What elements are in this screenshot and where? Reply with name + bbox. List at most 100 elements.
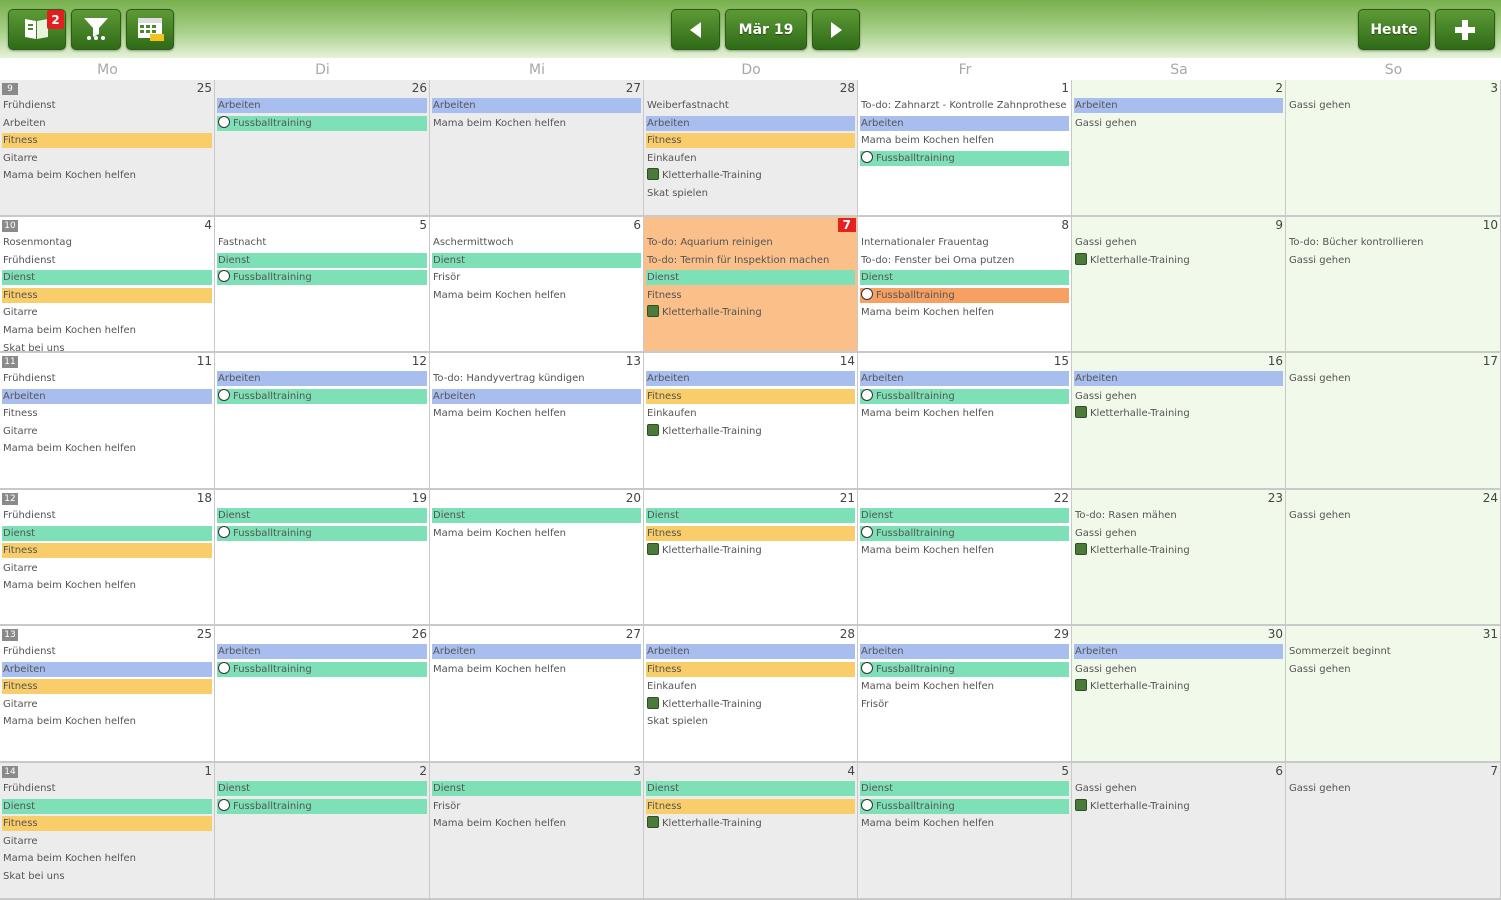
calendar-event[interactable]: Gitarre	[2, 834, 212, 849]
calendar-event[interactable]: Gassi gehen	[1074, 662, 1283, 677]
day-cell[interactable]: 28 Weiberfastnacht Arbeiten Fitness Einkaufe…	[644, 80, 858, 217]
calendar-event[interactable]: Fitness	[2, 543, 212, 559]
calendar-event[interactable]: Mama beim Kochen helfen	[432, 116, 641, 131]
day-cell[interactable]: 19 Dienst Fussballtraining	[215, 490, 430, 626]
calendar-event[interactable]: Dienst	[2, 798, 212, 814]
calendar-event[interactable]: Gassi gehen	[1288, 781, 1498, 796]
calendar-event[interactable]: Dienst	[432, 252, 641, 268]
calendar-event[interactable]: Fastnacht	[217, 235, 427, 250]
day-cell[interactable]: 27 Arbeiten Mama beim Kochen helfen	[430, 626, 644, 763]
calendar-event[interactable]: Arbeiten	[646, 115, 855, 131]
calendar-event[interactable]: Mama beim Kochen helfen	[2, 323, 212, 338]
calendar-event[interactable]: Frühdienst	[2, 508, 212, 523]
calendar-event[interactable]: Skat spielen	[646, 714, 855, 729]
calendar-event[interactable]: Kletterhalle-Training	[1074, 406, 1283, 421]
calendar-event[interactable]: Fussballtraining	[860, 287, 1069, 303]
calendar-event[interactable]: Gassi gehen	[1288, 98, 1498, 113]
day-cell[interactable]: 13 25 Frühdienst Arbeiten Fitness Gitarre Mama…	[0, 626, 215, 763]
calendar-event[interactable]: Arbeiten	[1074, 98, 1283, 113]
calendar-event[interactable]: Gassi gehen	[1074, 116, 1283, 131]
calendar-event[interactable]: Arbeiten	[2, 116, 212, 131]
day-cell[interactable]: 1 To-do: Zahnarzt - Kontrolle Zahnprothes…	[858, 80, 1072, 217]
calendar-event[interactable]: Fitness	[2, 406, 212, 421]
calendar-event[interactable]: Fitness	[646, 288, 855, 303]
calendar-view-button[interactable]	[126, 9, 174, 50]
calendar-event[interactable]: Mama beim Kochen helfen	[2, 578, 212, 593]
calendar-event[interactable]: Dienst	[217, 781, 427, 796]
calendar-event[interactable]: Frühdienst	[2, 781, 212, 796]
calendar-event[interactable]: Mama beim Kochen helfen	[860, 305, 1069, 320]
calendar-event[interactable]: Arbeiten	[217, 371, 427, 386]
filter-button[interactable]	[71, 9, 121, 50]
calendar-event[interactable]: Arbeiten	[646, 644, 855, 659]
calendar-event[interactable]: Mama beim Kochen helfen	[432, 816, 641, 831]
calendar-event[interactable]: Dienst	[217, 252, 427, 268]
calendar-event[interactable]: Fussballtraining	[860, 525, 1069, 541]
calendar-event[interactable]: To-do: Aquarium reinigen	[646, 235, 855, 250]
calendar-event[interactable]: Kletterhalle-Training	[646, 543, 855, 558]
day-cell[interactable]: 31 Sommerzeit beginnt Gassi gehen	[1286, 626, 1501, 763]
day-cell[interactable]: 6 Aschermittwoch Dienst Frisör Mama beim Koc…	[430, 217, 644, 353]
calendar-event[interactable]: Gassi gehen	[1288, 253, 1498, 268]
calendar-event[interactable]: Gitarre	[2, 151, 212, 166]
calendar-event[interactable]: Arbeiten	[860, 644, 1069, 659]
calendar-event[interactable]: Mama beim Kochen helfen	[432, 526, 641, 541]
calendar-event[interactable]: Dienst	[432, 781, 641, 796]
calendar-event[interactable]: Arbeiten	[217, 644, 427, 659]
previous-month-button[interactable]	[671, 9, 720, 50]
calendar-event[interactable]: Fussballtraining	[860, 150, 1069, 166]
calendar-event[interactable]: Kletterhalle-Training	[646, 305, 855, 320]
calendar-event[interactable]: Dienst	[2, 270, 212, 286]
calendar-event[interactable]: Arbeiten	[2, 661, 212, 677]
calendar-event[interactable]: Skat bei uns	[2, 341, 212, 351]
day-cell[interactable]: 20 Dienst Mama beim Kochen helfen	[430, 490, 644, 626]
calendar-event[interactable]: Einkaufen	[646, 406, 855, 421]
calendar-event[interactable]: Mama beim Kochen helfen	[2, 441, 212, 456]
day-cell[interactable]: 9 Gassi gehen Kletterhalle-Training	[1072, 217, 1286, 353]
calendar-event[interactable]: To-do: Fenster bei Oma putzen	[860, 253, 1069, 268]
day-cell[interactable]: 12 18 Frühdienst Dienst Fitness Gitarre Mama b…	[0, 490, 215, 626]
calendar-event[interactable]: Mama beim Kochen helfen	[432, 406, 641, 421]
calendar-event[interactable]: Fussballtraining	[860, 661, 1069, 677]
calendar-event[interactable]: Frühdienst	[2, 644, 212, 659]
calendar-event[interactable]: To-do: Rasen mähen	[1074, 508, 1283, 523]
calendar-event[interactable]: Gassi gehen	[1074, 526, 1283, 541]
day-cell[interactable]: 14 Arbeiten Fitness Einkaufen Kletterhalle-T…	[644, 353, 858, 490]
day-cell[interactable]: 11 11 Frühdienst Arbeiten Fitness Gitarre Mama…	[0, 353, 215, 490]
calendar-event[interactable]: Arbeiten	[432, 644, 641, 659]
calendar-event[interactable]: Einkaufen	[646, 151, 855, 166]
day-cell[interactable]: 5 Dienst Fussballtraining Mama beim Kochen …	[858, 763, 1072, 900]
calendar-event[interactable]: Internationaler Frauentag	[860, 235, 1069, 250]
calendar-event[interactable]: Fitness	[2, 133, 212, 149]
calendar-event[interactable]: Arbeiten	[860, 115, 1069, 131]
calendar-event[interactable]: Dienst	[646, 508, 855, 523]
day-cell[interactable]: 13 To-do: Handyvertrag kündigen Arbeiten Ma…	[430, 353, 644, 490]
calendar-event[interactable]: Dienst	[860, 781, 1069, 796]
day-cell[interactable]: 10 4 Rosenmontag Frühdienst Dienst Fitness Git…	[0, 217, 215, 353]
calendar-event[interactable]: Fitness	[646, 388, 855, 404]
day-cell[interactable]: 2 Dienst Fussballtraining	[215, 763, 430, 900]
calendar-event[interactable]: Frisör	[432, 270, 641, 285]
calendar-event[interactable]: Mama beim Kochen helfen	[432, 662, 641, 677]
calendar-event[interactable]: Frisör	[860, 697, 1069, 712]
calendar-event[interactable]: Fussballtraining	[217, 115, 427, 131]
calendar-event[interactable]: Mama beim Kochen helfen	[860, 679, 1069, 694]
calendar-event[interactable]: To-do: Handyvertrag kündigen	[432, 371, 641, 386]
calendar-event[interactable]: Gitarre	[2, 305, 212, 320]
calendar-event[interactable]: Fussballtraining	[217, 388, 427, 404]
calendar-event[interactable]: Mama beim Kochen helfen	[432, 288, 641, 303]
calendar-event[interactable]: Gassi gehen	[1288, 662, 1498, 677]
calendar-event[interactable]: Arbeiten	[860, 371, 1069, 386]
calendar-event[interactable]: Mama beim Kochen helfen	[860, 543, 1069, 558]
calendar-event[interactable]: Kletterhalle-Training	[646, 423, 855, 439]
day-cell[interactable]: 23 To-do: Rasen mähen Gassi gehen Kletterha…	[1072, 490, 1286, 626]
calendar-event[interactable]: Gassi gehen	[1288, 508, 1498, 523]
calendar-event[interactable]: Dienst	[860, 508, 1069, 523]
calendar-event[interactable]: To-do: Bücher kontrollieren	[1288, 235, 1498, 250]
calendar-event[interactable]: Fussballtraining	[217, 798, 427, 814]
day-cell[interactable]: 7 Gassi gehen	[1286, 763, 1501, 900]
day-cell[interactable]: 2 Arbeiten Gassi gehen	[1072, 80, 1286, 217]
calendar-event[interactable]: Sommerzeit beginnt	[1288, 644, 1498, 659]
calendar-event[interactable]: Fitness	[646, 133, 855, 149]
calendar-event[interactable]: Fitness	[646, 661, 855, 677]
